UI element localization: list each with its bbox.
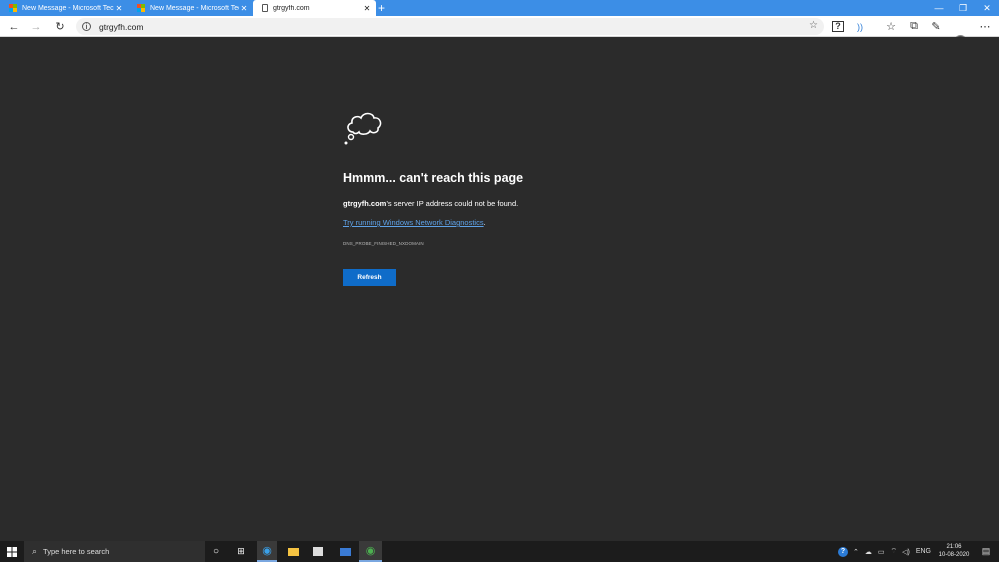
mail-icon[interactable] bbox=[335, 544, 355, 559]
clock-date: 10-08-2020 bbox=[938, 552, 970, 558]
task-view-icon[interactable]: ⊞ bbox=[231, 544, 251, 559]
plus-icon[interactable]: + bbox=[378, 1, 385, 15]
tab-new-message-2[interactable]: New Message - Microsoft Tech C ✕ bbox=[128, 0, 253, 16]
search-icon: ⌕ bbox=[32, 546, 38, 556]
restore-icon[interactable]: ❐ bbox=[951, 0, 975, 16]
favorites-icon[interactable]: ☆ bbox=[883, 19, 899, 34]
favorite-star-icon[interactable]: ☆ bbox=[809, 20, 818, 31]
address-bar[interactable]: i gtrgyfh.com ☆ bbox=[76, 18, 824, 35]
edge-beta-icon[interactable]: ◉ bbox=[359, 541, 382, 562]
page-title: Hmmm... can't reach this page bbox=[343, 171, 524, 185]
error-message-text: ’s server IP address could not be found. bbox=[386, 199, 519, 208]
help-tray-icon[interactable]: ? bbox=[838, 546, 848, 557]
page-icon bbox=[262, 4, 268, 12]
more-icon[interactable]: ⋯ bbox=[977, 19, 993, 34]
back-icon[interactable]: ← bbox=[6, 19, 22, 34]
address-url[interactable]: gtrgyfh.com bbox=[99, 22, 143, 32]
microsoft-logo-icon bbox=[137, 4, 145, 12]
forward-icon[interactable]: → bbox=[28, 19, 44, 34]
network-diagnostics-link[interactable]: Try running Windows Network Diagnostics bbox=[343, 218, 484, 227]
diagnostics-line: Try running Windows Network Diagnostics. bbox=[343, 218, 486, 227]
tab-gtrgyfh[interactable]: gtrgyfh.com ✕ bbox=[253, 0, 376, 16]
tab-title: New Message - Microsoft Tech C bbox=[22, 4, 114, 12]
taskbar: ⌕ Type here to search ○ ⊞ ◉ ◉ ? ⌃ ☁ ▭ ⌔ … bbox=[0, 541, 999, 562]
edge-icon[interactable]: ◉ bbox=[257, 541, 277, 562]
chevron-up-icon[interactable]: ⌃ bbox=[853, 548, 859, 556]
refresh-button[interactable]: Refresh bbox=[343, 269, 396, 286]
tab-new-message-1[interactable]: New Message - Microsoft Tech C ✕ bbox=[0, 0, 128, 16]
read-aloud-icon[interactable]: )) bbox=[852, 19, 868, 34]
store-icon[interactable] bbox=[308, 544, 328, 559]
close-tab-icon[interactable]: ✕ bbox=[114, 4, 124, 13]
taskbar-clock[interactable]: 21:06 10-08-2020 bbox=[935, 543, 973, 559]
file-explorer-icon[interactable] bbox=[283, 544, 303, 559]
info-icon[interactable]: i bbox=[82, 22, 91, 31]
collections-icon[interactable]: ⧉ bbox=[906, 19, 922, 34]
onedrive-icon[interactable]: ☁ bbox=[865, 548, 872, 556]
close-tab-icon[interactable]: ✕ bbox=[362, 4, 372, 13]
notifications-icon[interactable]: ▤ bbox=[976, 544, 996, 559]
error-message: gtrgyfh.com’s server IP address could no… bbox=[343, 199, 518, 208]
feedback-icon[interactable]: ✎ bbox=[928, 19, 944, 34]
browser-toolbar: ← → ↻ i gtrgyfh.com ☆ ? )) ☆ ⧉ ✎ ⋯ bbox=[0, 16, 999, 48]
search-placeholder[interactable]: Type here to search bbox=[43, 547, 109, 556]
error-code: DNS_PROBE_FINISHED_NXDOMAIN bbox=[343, 241, 424, 246]
tab-strip: New Message - Microsoft Tech C ✕ New Mes… bbox=[0, 0, 999, 16]
microsoft-logo-icon bbox=[9, 4, 17, 12]
error-page bbox=[0, 37, 999, 541]
wifi-icon[interactable]: ⌔ bbox=[891, 547, 898, 556]
reload-icon[interactable]: ↻ bbox=[52, 19, 68, 34]
taskbar-search-box[interactable]: ⌕ Type here to search bbox=[24, 541, 205, 562]
tab-title: New Message - Microsoft Tech C bbox=[150, 4, 239, 12]
tab-title: gtrgyfh.com bbox=[273, 4, 310, 12]
clock-time: 21:06 bbox=[946, 544, 962, 550]
close-tab-icon[interactable]: ✕ bbox=[239, 4, 249, 13]
system-tray: ? ⌃ ☁ ▭ ⌔ ◁) ENG bbox=[838, 541, 931, 562]
help-icon[interactable]: ? bbox=[830, 19, 846, 34]
error-domain: gtrgyfh.com bbox=[343, 199, 387, 208]
thought-cloud-icon bbox=[344, 112, 382, 145]
language-indicator[interactable]: ENG bbox=[916, 548, 931, 555]
minimize-icon[interactable]: — bbox=[927, 0, 951, 16]
cortana-icon[interactable]: ○ bbox=[206, 544, 226, 559]
windows-logo-icon bbox=[7, 546, 17, 557]
start-button[interactable] bbox=[0, 541, 24, 562]
volume-icon[interactable]: ◁) bbox=[902, 548, 910, 556]
close-window-icon[interactable]: ✕ bbox=[975, 0, 999, 16]
battery-icon[interactable]: ▭ bbox=[878, 548, 885, 556]
diagnostics-suffix: . bbox=[483, 218, 486, 227]
